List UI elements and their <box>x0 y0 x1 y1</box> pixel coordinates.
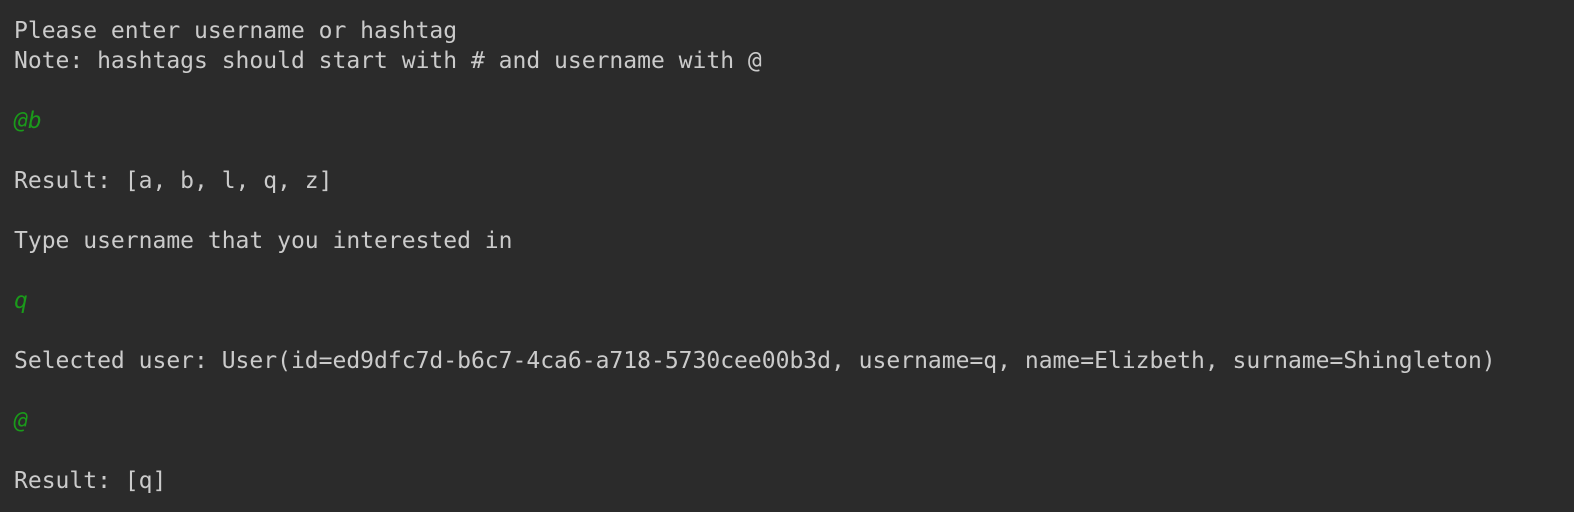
search-result: Result: [q] <box>14 468 167 494</box>
user-input-query: @ <box>14 408 28 434</box>
console-output: Please enter username or hashtag Note: h… <box>0 0 1574 512</box>
prompt-enter-username-or-hashtag: Please enter username or hashtag <box>14 18 458 44</box>
user-input-query: @b <box>14 108 42 134</box>
prompt-note-hashtag-username-format: Note: hashtags should start with # and u… <box>14 48 762 74</box>
selected-user-output: Selected user: User(id=ed9dfc7d-b6c7-4ca… <box>14 348 1496 374</box>
search-result: Result: [a, b, l, q, z] <box>14 168 333 194</box>
prompt-type-username: Type username that you interested in <box>14 228 513 254</box>
user-input-username: q <box>14 288 28 314</box>
